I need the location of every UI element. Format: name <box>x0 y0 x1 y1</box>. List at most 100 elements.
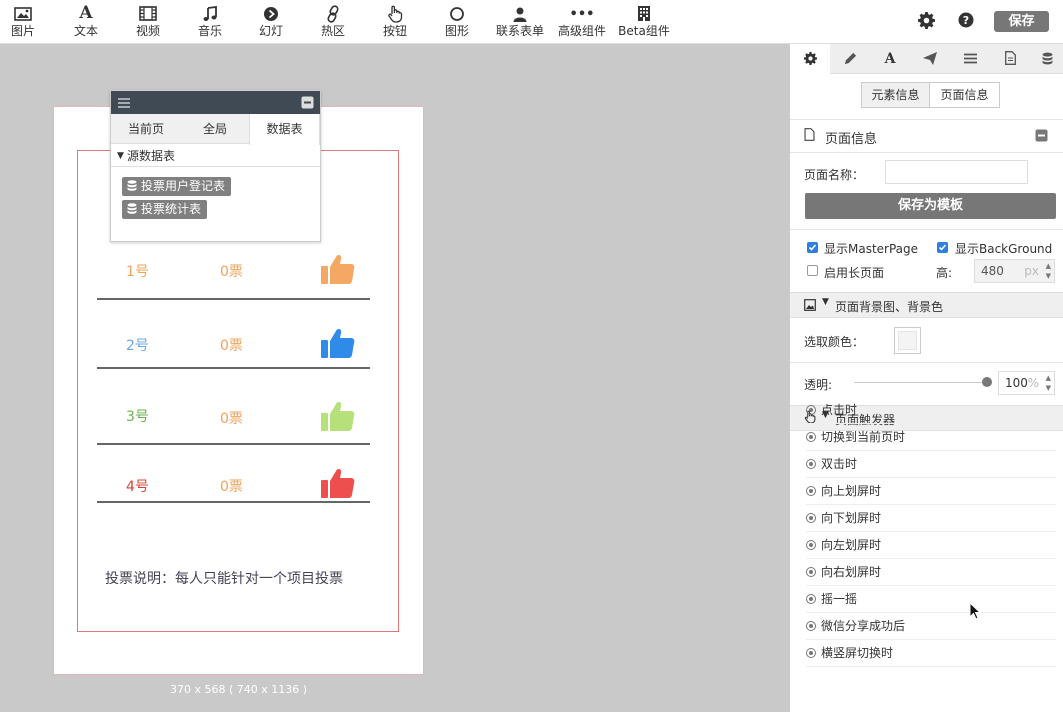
opacity-slider-track[interactable] <box>854 382 986 383</box>
help-icon[interactable]: ? <box>958 12 976 30</box>
page-size-label: 370 x 568 ( 740 x 1136 ) <box>169 683 308 696</box>
height-input[interactable]: 480 px ▲ ▼ <box>974 259 1055 283</box>
trigger-item[interactable]: 向左划屏时 <box>806 532 1056 559</box>
opacity-input[interactable]: 100 % ▲ ▼ <box>998 371 1055 395</box>
data-source-panel: 当前页 全局 数据表 ▼ 源数据表 投票用户登记表 投票统计表 <box>110 90 321 242</box>
toolbar-video-button[interactable]: 视频 <box>131 3 165 43</box>
save-as-template-button[interactable]: 保存为模板 <box>805 193 1056 219</box>
toolbar-image-button[interactable]: 图片 <box>6 3 40 43</box>
height-label: 高: <box>936 266 953 280</box>
color-picker-swatch[interactable] <box>894 327 921 354</box>
gear-icon <box>803 52 817 66</box>
radio-circle-icon <box>806 513 816 523</box>
vote-number-1[interactable]: 1号 <box>126 261 149 281</box>
trigger-item[interactable]: 向上划屏时 <box>806 478 1056 505</box>
row-divider <box>97 501 370 503</box>
data-table-tag[interactable]: 投票统计表 <box>122 200 208 219</box>
collapse-icon[interactable] <box>1035 129 1048 145</box>
trigger-item[interactable]: 微信分享成功后 <box>806 613 1056 640</box>
spinner-icon[interactable]: ▲ ▼ <box>1046 373 1051 393</box>
toolbar-label: 热区 <box>320 24 345 38</box>
trigger-item[interactable]: 向右划屏时 <box>806 559 1056 586</box>
tab-document[interactable] <box>990 44 1030 74</box>
tab-list[interactable] <box>950 44 990 74</box>
toolbar-label: 文本 <box>73 24 98 38</box>
trigger-label: 向上划屏时 <box>821 484 882 498</box>
segment-element-info[interactable]: 元素信息 <box>861 82 930 108</box>
vote-description[interactable]: 投票说明：每人只能针对一个项目投票 <box>105 568 343 588</box>
panel-header[interactable] <box>111 91 320 114</box>
vote-number-3[interactable]: 3号 <box>126 406 149 426</box>
tab-database[interactable] <box>1030 44 1063 74</box>
database-icon <box>127 179 141 193</box>
menu-icon[interactable] <box>118 97 130 111</box>
trigger-item[interactable]: 向下划屏时 <box>806 505 1056 532</box>
trigger-item[interactable]: 双击时 <box>806 451 1056 478</box>
show-masterpage-checkbox[interactable] <box>807 242 818 253</box>
vote-number-2[interactable]: 2号 <box>126 335 149 355</box>
thumbs-up-icon[interactable] <box>321 400 355 432</box>
page-name-input[interactable] <box>885 160 1028 184</box>
tab-font[interactable]: A <box>870 44 910 74</box>
trigger-label: 向左划屏时 <box>821 538 882 552</box>
tab-settings[interactable] <box>790 44 830 75</box>
mouse-cursor-icon <box>969 602 981 620</box>
show-masterpage-label: 显示MasterPage <box>824 242 919 256</box>
long-page-checkbox[interactable] <box>807 265 818 276</box>
tab-global[interactable]: 全局 <box>181 114 249 144</box>
thumbs-up-icon[interactable] <box>321 253 355 285</box>
background-section-title: 页面背景图、背景色 <box>835 300 944 314</box>
radio-circle-icon <box>806 648 816 658</box>
minimize-icon[interactable] <box>301 96 314 112</box>
opacity-slider-handle[interactable] <box>982 377 992 387</box>
vote-count-2[interactable]: 0票 <box>220 335 243 355</box>
music-icon <box>193 3 227 23</box>
toolbar-button-button[interactable]: 按钮 <box>378 3 412 43</box>
vote-count-1[interactable]: 0票 <box>220 261 243 281</box>
trigger-label: 向右划屏时 <box>821 565 882 579</box>
document-icon <box>1004 51 1016 66</box>
thumbs-up-icon[interactable] <box>321 467 355 499</box>
toolbar-label: 图片 <box>10 24 35 38</box>
save-button[interactable]: 保存 <box>994 11 1049 32</box>
section-title: 源数据表 <box>127 149 176 163</box>
source-table-section[interactable]: ▼ 源数据表 <box>111 145 320 167</box>
show-background-label: 显示BackGround <box>955 242 1053 256</box>
background-section-header[interactable]: ▼ 页面背景图、背景色 <box>790 292 1063 318</box>
segment-page-info[interactable]: 页面信息 <box>929 82 1000 108</box>
tag-label: 投票统计表 <box>141 202 202 216</box>
opacity-unit: % <box>1027 376 1039 390</box>
spinner-icon[interactable]: ▲ ▼ <box>1046 261 1051 281</box>
hotspot-link-icon <box>316 3 350 23</box>
toolbar-contact-form-button[interactable]: 联系表单 <box>494 3 546 43</box>
database-icon <box>127 202 141 216</box>
vote-count-3[interactable]: 0票 <box>220 408 243 428</box>
pointer-hand-icon <box>378 3 412 23</box>
trigger-label: 向下划屏时 <box>821 511 882 525</box>
tab-current-page[interactable]: 当前页 <box>111 114 181 144</box>
toolbar-shape-button[interactable]: 图形 <box>440 3 474 43</box>
toolbar-music-button[interactable]: 音乐 <box>193 3 227 43</box>
trigger-item[interactable]: 点击时 <box>806 397 1056 424</box>
trigger-item[interactable]: 摇一摇 <box>806 586 1056 613</box>
toolbar-text-button[interactable]: A 文本 <box>69 3 103 43</box>
tab-data-table[interactable]: 数据表 <box>249 114 320 145</box>
tab-animation[interactable] <box>910 44 950 74</box>
toolbar-advanced-button[interactable]: ••• 高级组件 <box>556 3 608 43</box>
thumbs-up-icon[interactable] <box>321 327 355 359</box>
show-background-checkbox[interactable] <box>937 242 948 253</box>
tab-style[interactable] <box>830 44 870 74</box>
toolbar-hotspot-button[interactable]: 热区 <box>316 3 350 43</box>
toolbar-slideshow-button[interactable]: 幻灯 <box>254 3 288 43</box>
toolbar-label: 按钮 <box>382 24 407 38</box>
vote-number-4[interactable]: 4号 <box>126 476 149 496</box>
trigger-item[interactable]: 横竖屏切换时 <box>806 640 1056 667</box>
paper-plane-icon <box>923 52 937 66</box>
data-table-tag[interactable]: 投票用户登记表 <box>122 177 232 196</box>
divider <box>790 229 1063 230</box>
toolbar-beta-button[interactable]: Beta组件 <box>617 3 671 43</box>
gear-icon[interactable] <box>918 12 936 30</box>
vote-count-4[interactable]: 0票 <box>220 476 243 496</box>
more-dots-icon: ••• <box>569 7 595 22</box>
trigger-item[interactable]: 切换到当前页时 <box>806 424 1056 451</box>
